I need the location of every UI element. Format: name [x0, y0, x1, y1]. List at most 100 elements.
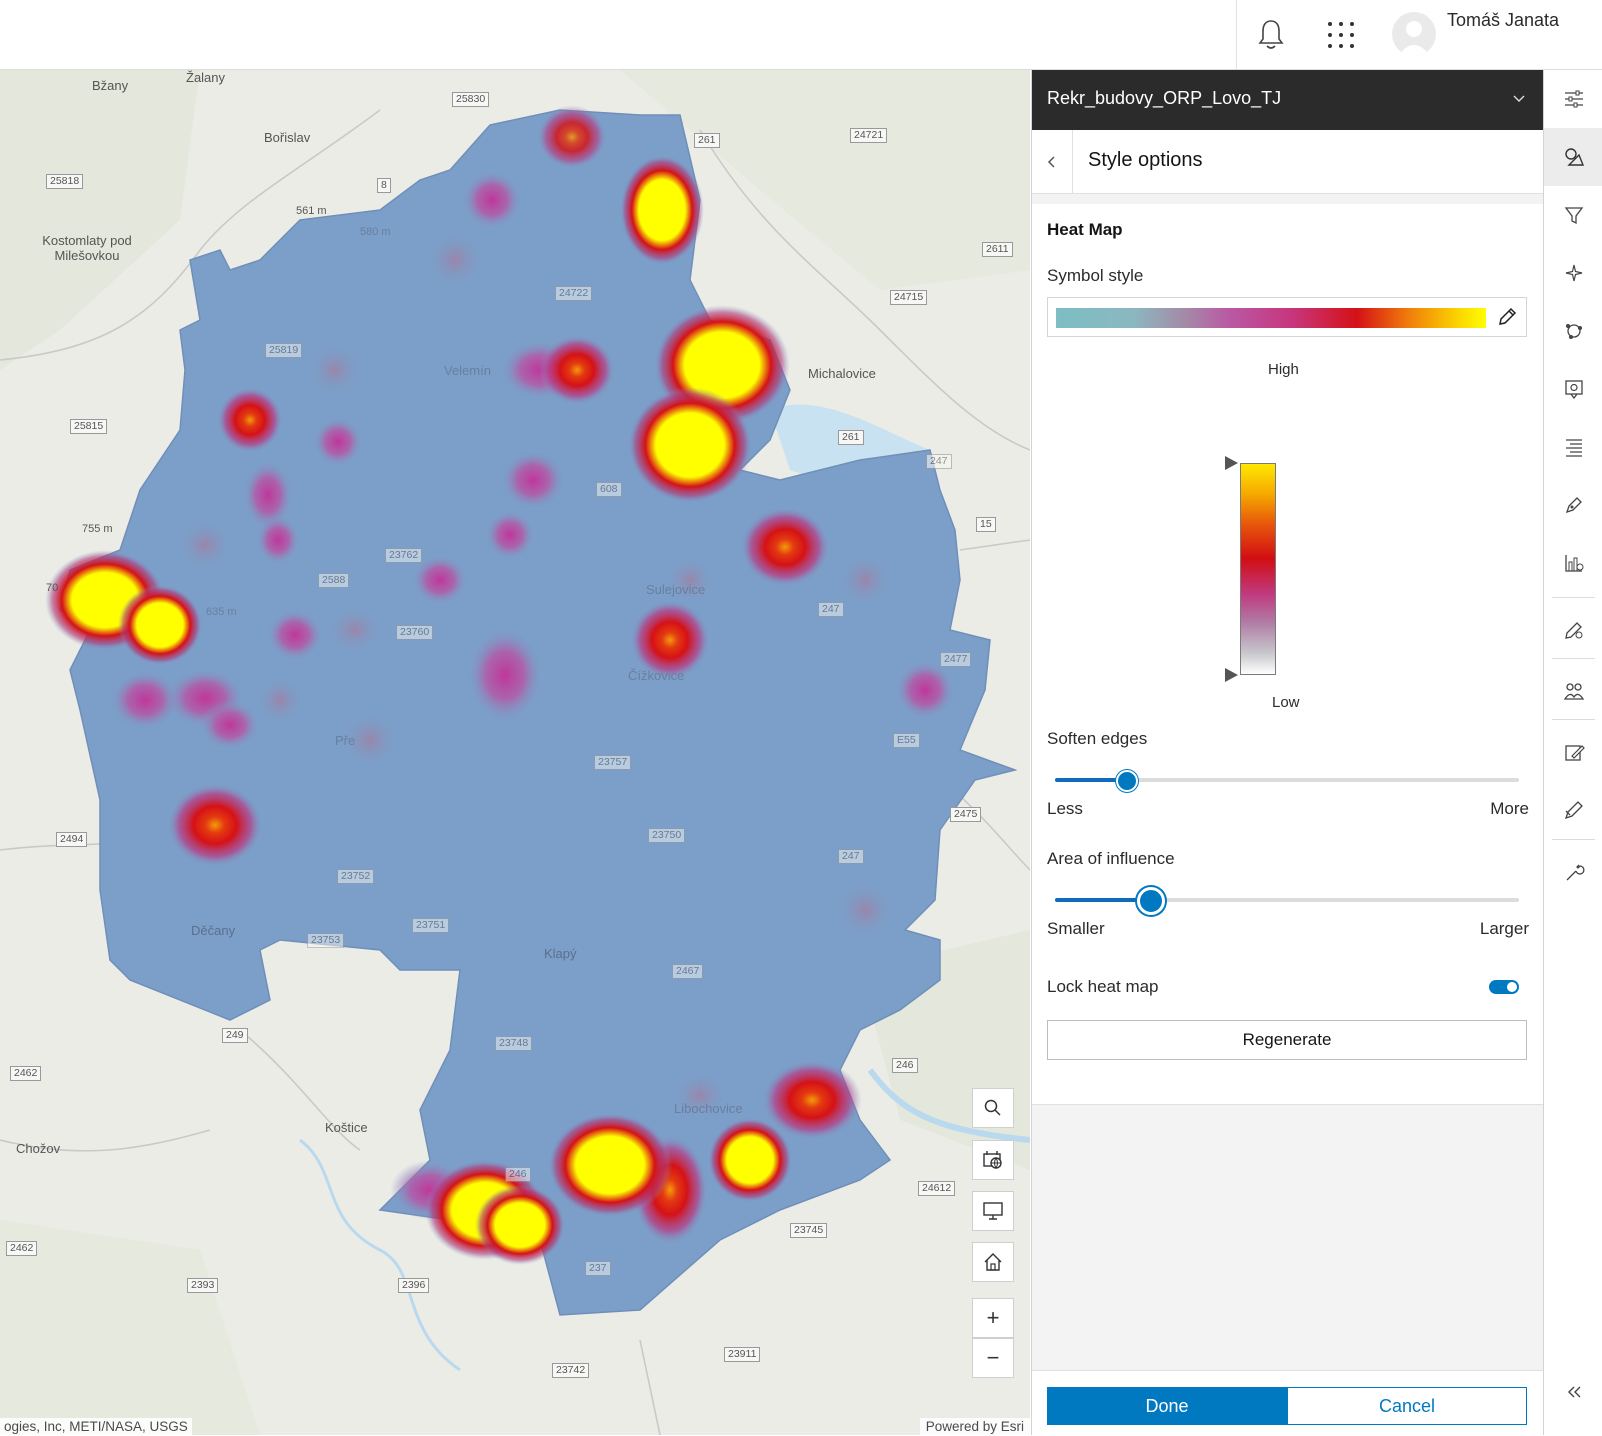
larger-label: Larger: [1479, 919, 1529, 938]
area-of-influence-slider[interactable]: [1055, 887, 1519, 915]
layer-selector[interactable]: Rekr_budovy_ORP_Lovo_TJ: [1032, 70, 1544, 130]
ramp-high-handle[interactable]: [1225, 456, 1238, 470]
filter-button[interactable]: [1544, 186, 1602, 244]
app-header: Tomáš Janata: [0, 0, 1602, 70]
road-number: 23757: [594, 755, 632, 770]
collapse-button[interactable]: [1544, 1363, 1602, 1421]
avatar[interactable]: [1392, 12, 1436, 56]
road-number: 246: [505, 1167, 531, 1182]
styles-button[interactable]: [1544, 128, 1602, 186]
cancel-button[interactable]: Cancel: [1287, 1387, 1527, 1425]
map-view[interactable]: Bžany Žalany Bořislav Kostomlaty pod Mil…: [0, 70, 1030, 1435]
back-button[interactable]: [1032, 130, 1073, 193]
apps-grid-icon[interactable]: [1326, 20, 1356, 50]
home-button[interactable]: [972, 1242, 1014, 1282]
place-label: Děčany: [191, 923, 236, 938]
effects-button[interactable]: [1544, 244, 1602, 302]
header-divider: [1236, 0, 1237, 70]
clustering-button[interactable]: [1544, 302, 1602, 360]
road-number: 2467: [672, 964, 704, 979]
monitor-icon: [983, 1202, 1003, 1220]
toolbar-divider: [1552, 597, 1595, 598]
bell-icon[interactable]: [1256, 18, 1286, 52]
user-name[interactable]: Tomáš Janata: [1447, 10, 1559, 31]
road-number: 23750: [648, 828, 686, 843]
properties-button[interactable]: [1544, 70, 1602, 128]
zoom-out-button[interactable]: −: [972, 1338, 1014, 1378]
road-number: 608: [596, 482, 622, 497]
lock-heat-map-label: Lock heat map: [1047, 977, 1159, 996]
esri-attribution[interactable]: Powered by Esri: [919, 1418, 1030, 1435]
road-number: 249: [222, 1028, 248, 1043]
regenerate-button[interactable]: Regenerate: [1047, 1020, 1527, 1060]
place-label: Koštice: [325, 1120, 368, 1135]
elevation-label: 70: [46, 582, 59, 594]
sketch-button[interactable]: [1544, 476, 1602, 534]
road-number: 2477: [940, 652, 972, 667]
color-ramp: [1056, 308, 1486, 328]
section-title: Heat Map: [1047, 220, 1123, 239]
pencil-icon[interactable]: [1496, 306, 1518, 328]
map-attribution[interactable]: ogies, Inc, METI/NASA, USGS: [0, 1418, 192, 1435]
road-number: 24722: [555, 286, 593, 301]
search-button[interactable]: [972, 1088, 1014, 1128]
road-number: 15: [976, 517, 996, 532]
road-number: 247: [818, 602, 844, 617]
place-label: Kostomlaty pod Milešovkou: [42, 233, 132, 263]
analysis-button[interactable]: [1544, 662, 1602, 720]
road-number: 23751: [412, 918, 450, 933]
chevron-left-icon: [1047, 155, 1055, 168]
home-icon: [984, 1253, 1002, 1271]
tracking-button[interactable]: [1544, 781, 1602, 839]
basemap: [0, 70, 1030, 1435]
area-of-influence-label: Area of influence: [1047, 849, 1175, 868]
fullscreen-button[interactable]: [972, 1191, 1014, 1231]
sketch-icon: [1565, 497, 1582, 514]
edit-button[interactable]: [1544, 601, 1602, 659]
labels-icon: [1565, 439, 1582, 457]
symbol-style-label: Symbol style: [1047, 266, 1144, 285]
done-button[interactable]: Done: [1047, 1387, 1287, 1425]
styles-icon: [1564, 148, 1584, 166]
basemap-gallery-icon: [983, 1151, 1002, 1169]
road-number: 2462: [6, 1241, 38, 1256]
heat-map-options: Heat Map Symbol style High Low Soften ed…: [1032, 204, 1544, 1105]
toolbar-divider: [1552, 719, 1595, 720]
place-label: Libochovice: [674, 1101, 743, 1116]
smaller-label: Smaller: [1047, 919, 1105, 938]
symbol-style-ramp[interactable]: [1047, 297, 1527, 337]
slider-handle[interactable]: [1115, 770, 1138, 792]
road-number: 25815: [70, 419, 108, 434]
road-number: 8: [377, 178, 391, 193]
road-number: 24715: [890, 290, 928, 305]
tools-button[interactable]: [1544, 843, 1602, 901]
labels-button[interactable]: [1544, 418, 1602, 476]
place-label: Klapý: [544, 946, 577, 961]
tools-icon: [1566, 864, 1585, 881]
configure-pop-ups-button[interactable]: [1544, 360, 1602, 418]
lock-heat-map-toggle[interactable]: [1489, 980, 1519, 994]
soften-edges-slider[interactable]: [1055, 770, 1519, 792]
ramp-low-handle[interactable]: [1225, 668, 1238, 682]
field-maps-button[interactable]: [1544, 723, 1602, 781]
road-number: 23760: [396, 625, 434, 640]
basemap-button[interactable]: [972, 1140, 1014, 1180]
road-number: 247: [838, 849, 864, 864]
zoom-in-button[interactable]: +: [972, 1298, 1014, 1338]
edit-icon: [1564, 622, 1582, 639]
road-number: 25819: [265, 343, 303, 358]
charts-button[interactable]: [1544, 534, 1602, 592]
style-panel: Rekr_budovy_ORP_Lovo_TJ Style options He…: [1031, 70, 1544, 1436]
effects-icon: [1565, 264, 1582, 282]
road-number: 2494: [56, 832, 88, 847]
ramp-low-label: Low: [1272, 694, 1300, 711]
slider-fill: [1055, 778, 1125, 782]
collapse-icon: [1567, 1386, 1580, 1398]
road-number: 23753: [307, 933, 345, 948]
road-number: 23911: [724, 1347, 761, 1362]
slider-handle[interactable]: [1136, 887, 1165, 915]
road-number: 2611: [982, 242, 1013, 257]
road-number: 23742: [552, 1363, 590, 1378]
filter-icon: [1564, 207, 1583, 225]
road-number: 23752: [337, 869, 375, 884]
